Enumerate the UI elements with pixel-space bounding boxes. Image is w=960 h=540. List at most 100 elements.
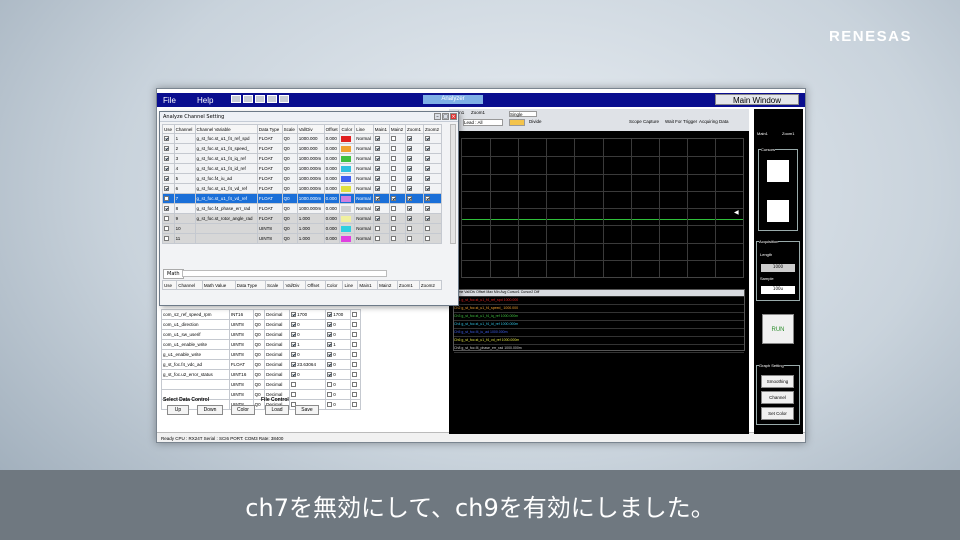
offset[interactable]: 0.000 [323, 183, 341, 194]
display-cell[interactable] [388, 173, 406, 184]
display-cell[interactable] [422, 163, 443, 174]
z1-checkbox[interactable] [406, 196, 412, 202]
channel-row[interactable]: 10 UINT8 Q0 1.000 0.000 Normal [162, 223, 443, 234]
oscilloscope-graph[interactable] [461, 138, 744, 278]
display-cell[interactable] [404, 163, 424, 174]
z1-checkbox[interactable] [406, 226, 412, 232]
up-button[interactable]: Up [167, 405, 189, 415]
use-checkbox[interactable] [164, 186, 169, 192]
extra-checkbox[interactable] [351, 372, 357, 378]
channel-setting-button[interactable]: Channel Setting [761, 391, 794, 412]
read-cell[interactable]: 0 [324, 369, 351, 380]
color-cell[interactable] [339, 183, 356, 194]
val-div[interactable]: 1000.000m [296, 203, 325, 214]
color-swatch[interactable] [341, 215, 352, 222]
display-cell[interactable] [388, 233, 406, 244]
display-cell[interactable] [422, 153, 443, 164]
write-cell[interactable]: 0 [288, 369, 326, 380]
z1-checkbox[interactable] [406, 206, 412, 212]
channel-variable[interactable]: g_st_foc.st_u1_f4_vd_ref [194, 183, 258, 194]
variable-row[interactable]: com_u1_direction UINT8 Q0 Decimal 0 0 [161, 319, 362, 330]
read-cell[interactable]: 0 [324, 319, 351, 330]
menu-help[interactable]: Help [197, 96, 213, 105]
channel-variable[interactable] [194, 223, 258, 234]
channel-row[interactable]: 9 g_st_foc.st_rotor_angle_rad FLOAT Q0 1.000… [162, 213, 443, 224]
channel-row[interactable]: 3 g_st_foc.st_u1_f4_iq_ref FLOAT Q0 1000.000… [162, 153, 443, 164]
extra-checkbox[interactable] [351, 352, 357, 358]
m1-checkbox[interactable] [374, 226, 380, 232]
display-cell[interactable] [404, 233, 424, 244]
display-cell[interactable] [422, 213, 443, 224]
use-cell[interactable] [162, 183, 175, 194]
use-cell[interactable] [162, 153, 175, 164]
use-checkbox[interactable] [164, 236, 169, 242]
write-cell[interactable]: 0 [288, 319, 326, 330]
m2-checkbox[interactable] [390, 206, 396, 212]
display-cell[interactable] [404, 133, 424, 144]
variable-row[interactable]: UINT8Q0Decimal 0 [161, 379, 362, 390]
color-swatch[interactable] [341, 205, 352, 212]
m1-checkbox[interactable] [374, 206, 380, 212]
extra-cell[interactable] [349, 389, 362, 400]
color-cell[interactable] [339, 203, 356, 214]
m2-checkbox[interactable] [390, 136, 396, 142]
divide-label[interactable]: Divide [529, 119, 542, 124]
extra-checkbox[interactable] [351, 362, 357, 368]
measure-row[interactable]: Ch8 g_st_foc.f4_phase_err_rad 1000.000m [454, 346, 744, 353]
write-cell[interactable]: 1700 [288, 309, 326, 320]
color-cell[interactable] [339, 213, 356, 224]
val-div[interactable]: 1.000 [296, 223, 325, 234]
z1-checkbox[interactable] [406, 146, 412, 152]
m2-checkbox[interactable] [390, 196, 396, 202]
read-cell[interactable]: 1700 [324, 309, 351, 320]
display-cell[interactable] [372, 143, 390, 154]
read-checkbox[interactable] [326, 352, 332, 358]
channel-row[interactable]: 7 g_st_foc.st_u1_f4_vd_ref FLOAT Q0 1000.000… [162, 193, 443, 204]
minimize-icon[interactable]: – [434, 113, 441, 120]
z2-checkbox[interactable] [424, 216, 430, 222]
color-cell[interactable] [339, 173, 356, 184]
val-div[interactable]: 1000.000 [296, 133, 325, 144]
m1-checkbox[interactable] [374, 236, 380, 242]
measure-row[interactable]: Ch6 g_st_foc.st_u1_f4_vd_ref 1000.000m [454, 338, 744, 345]
color-swatch[interactable] [341, 185, 352, 192]
write-checkbox[interactable] [290, 312, 296, 318]
val-div[interactable]: 1000.000m [296, 153, 325, 164]
color-swatch[interactable] [341, 145, 352, 152]
variable-name[interactable]: com_u1_sw_userif [161, 329, 230, 340]
extra-cell[interactable] [349, 349, 362, 360]
read-checkbox[interactable] [326, 372, 332, 378]
channel-select[interactable]: Lead : All [463, 119, 503, 126]
display-cell[interactable] [404, 193, 424, 204]
offset[interactable]: 0.000 [323, 163, 341, 174]
toolbar-icon-1[interactable] [231, 95, 241, 103]
write-checkbox[interactable] [290, 332, 296, 338]
write-cell[interactable]: 1 [288, 339, 326, 350]
extra-cell[interactable] [349, 399, 362, 410]
color-cell[interactable] [339, 223, 356, 234]
read-cell[interactable]: 0 [324, 379, 351, 390]
display-cell[interactable] [388, 153, 406, 164]
read-cell[interactable]: 0 [324, 359, 351, 370]
use-cell[interactable] [162, 233, 175, 244]
z2-checkbox[interactable] [424, 196, 430, 202]
variable-name[interactable]: g_st_foc.f4_vdc_ad [161, 359, 230, 370]
use-checkbox[interactable] [164, 216, 169, 222]
write-cell[interactable]: 0 [288, 329, 326, 340]
read-checkbox[interactable] [326, 382, 332, 388]
m2-checkbox[interactable] [390, 166, 396, 172]
channel-row[interactable]: 11 UINT8 Q0 1.000 0.000 Normal [162, 233, 443, 244]
display-cell[interactable] [422, 133, 443, 144]
display-cell[interactable] [422, 193, 443, 204]
tab-zoom1[interactable]: Zoom1 [471, 110, 485, 115]
display-cell[interactable] [372, 213, 390, 224]
m1-checkbox[interactable] [374, 196, 380, 202]
display-cell[interactable] [422, 183, 443, 194]
color-swatch[interactable] [341, 155, 352, 162]
read-cell[interactable]: 0 [324, 329, 351, 340]
m2-checkbox[interactable] [390, 146, 396, 152]
channel-row[interactable]: 8 g_st_foc.f4_phase_err_rad FLOAT Q0 1000.00… [162, 203, 443, 214]
extra-cell[interactable] [349, 329, 362, 340]
val-div[interactable]: 1.000 [296, 213, 325, 224]
display-cell[interactable] [404, 213, 424, 224]
